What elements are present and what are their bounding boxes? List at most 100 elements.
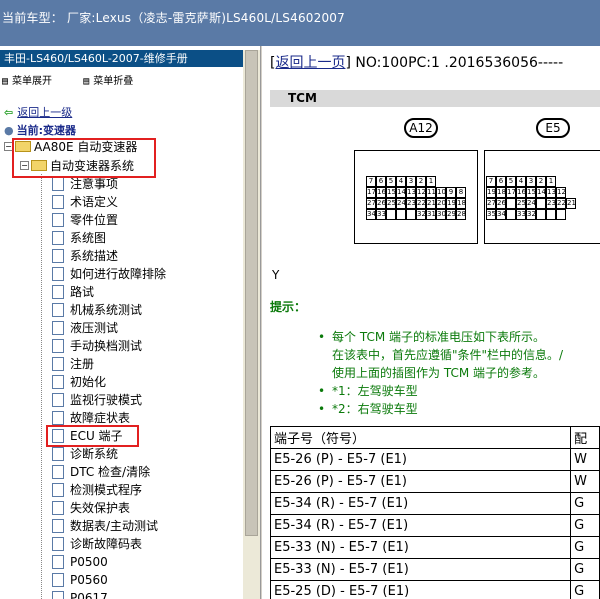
tree-item[interactable]: 数据表/主动测试 (52, 517, 158, 535)
tree-item-label: 液压测试 (70, 321, 119, 335)
back-page-link[interactable]: 返回上一页 (275, 55, 345, 71)
document-icon (52, 572, 64, 587)
terminal-cell: E5-33 (N) - E5-7 (E1) (269, 536, 572, 559)
connector-pin: 13 (406, 187, 416, 198)
connector-pin: 29 (446, 209, 456, 220)
wire-color-cell: W (570, 448, 600, 471)
connector-pin (536, 198, 546, 209)
table-header-row: 端子号（符号） 配 (269, 426, 600, 449)
document-icon (52, 500, 64, 515)
tree-item[interactable]: 机械系统测试 (52, 301, 142, 319)
tree-item[interactable]: P0617 (52, 589, 108, 599)
note-line: 在该表中，首先应遵循"条件"栏中的信息。/ (332, 348, 564, 362)
tree-item-label: 注册 (70, 357, 95, 371)
title-bar: 当前车型： 厂家:Lexus（凌志-雷克萨斯)LS460L/LS4602007 (0, 0, 600, 46)
connector-pin: 2 (536, 176, 546, 187)
wire-color-cell: W (570, 470, 600, 493)
connector-pin: 13 (546, 187, 556, 198)
connector-pin: 11 (426, 187, 436, 198)
connector-pin: 7 (486, 176, 496, 187)
document-icon (52, 536, 64, 551)
connector-pin: 24 (526, 198, 536, 209)
doc-header: [返回上一页] NO:100PC:1 .2016536056----- (270, 55, 564, 71)
tree-item-label: P0617 (70, 591, 108, 599)
back-level-row[interactable]: ⇦ 返回上一级 (4, 104, 72, 120)
tree-item[interactable]: 术语定义 (52, 193, 118, 211)
document-icon (52, 374, 64, 389)
table-row: E5-33 (N) - E5-7 (E1) G (269, 558, 600, 581)
connector-pin: 25 (386, 198, 396, 209)
table-row: E5-26 (P) - E5-7 (E1) W (269, 448, 600, 471)
document-icon (52, 320, 64, 335)
manual-header: 丰田-LS460/LS460L-2007-维修手册 (0, 50, 243, 67)
connector-pin (396, 209, 406, 220)
document-icon (52, 464, 64, 479)
tree-item-label: P0560 (70, 573, 108, 587)
connector-pin: 34 (366, 209, 376, 220)
back-level-link[interactable]: 返回上一级 (17, 106, 72, 119)
connector-pin: 32 (416, 209, 426, 220)
tree-item-label: 失效保护表 (70, 501, 131, 515)
tree-item[interactable]: 监视行驶模式 (52, 391, 142, 409)
tree-item[interactable]: DTC 检查/清除 (52, 463, 150, 481)
document-icon (52, 518, 64, 533)
tree-item[interactable]: 系统描述 (52, 247, 118, 265)
highlight-box-ecu (46, 425, 139, 447)
document-icon (52, 554, 64, 569)
table-row: E5-33 (N) - E5-7 (E1) G (269, 536, 600, 559)
connector-pin: 24 (396, 198, 406, 209)
tree-item[interactable]: 诊断系统 (52, 445, 118, 463)
tree-item[interactable]: 系统图 (52, 229, 106, 247)
connector-label-e5: E5 (536, 118, 570, 138)
tree-item[interactable]: 检测模式程序 (52, 481, 142, 499)
terminal-cell: E5-33 (N) - E5-7 (E1) (269, 558, 572, 581)
tree-item-label: 故障症状表 (70, 411, 131, 425)
tree-item[interactable]: 零件位置 (52, 211, 118, 229)
connector-pin: 33 (376, 209, 386, 220)
collapse-all-button[interactable]: ▤ 菜单折叠 (83, 76, 147, 87)
scrollbar-thumb[interactable] (245, 50, 258, 536)
connector-pin: 4 (396, 176, 406, 187)
tree-item-label: 零件位置 (70, 213, 119, 227)
note-line: • 每个 TCM 端子的标准电压如下表所示。 (318, 330, 545, 344)
document-icon (52, 356, 64, 371)
tree-item[interactable]: 手动换档测试 (52, 337, 142, 355)
highlight-box-system (12, 138, 156, 178)
table-row: E5-34 (R) - E5-7 (E1) G (269, 492, 600, 515)
tree-item-label: 检测模式程序 (70, 483, 143, 497)
document-icon (52, 248, 64, 263)
tree-item[interactable]: 失效保护表 (52, 499, 130, 517)
tree-item-label: 机械系统测试 (70, 303, 143, 317)
tree-item[interactable]: 注册 (52, 355, 94, 373)
connector-pin: 21 (426, 198, 436, 209)
document-icon (52, 446, 64, 461)
connector-pin (546, 209, 556, 220)
header-terminal: 端子号（符号） (269, 426, 572, 449)
connector-pin: 9 (446, 187, 456, 198)
table-row: E5-34 (R) - E5-7 (E1) G (269, 514, 600, 537)
tree-item[interactable]: 如何进行故障排除 (52, 265, 166, 283)
hint-heading: 提示： (270, 300, 307, 314)
connector-pin (556, 209, 566, 220)
expand-all-button[interactable]: ▤ 菜单展开 (2, 76, 66, 87)
left-scrollbar[interactable] (243, 50, 260, 599)
connector-pin: 12 (416, 187, 426, 198)
connector-label-a12: A12 (404, 118, 438, 138)
note-line: • *1：左驾驶车型 (318, 384, 418, 398)
connector-pin: 18 (456, 198, 466, 209)
terminal-cell: E5-26 (P) - E5-7 (E1) (269, 448, 572, 471)
tree-item[interactable]: 初始化 (52, 373, 106, 391)
terminal-cell: E5-34 (R) - E5-7 (E1) (269, 492, 572, 515)
document-icon (52, 266, 64, 281)
tree-item[interactable]: P0560 (52, 571, 108, 589)
tree-item[interactable]: P0500 (52, 553, 108, 571)
tree-item[interactable]: 液压测试 (52, 319, 118, 337)
doc-number: NO:100PC:1 .2016536056----- (355, 55, 564, 71)
tree-item-label: 路试 (70, 285, 95, 299)
tree-item[interactable]: 诊断故障码表 (52, 535, 142, 553)
tree-item[interactable]: 路试 (52, 283, 94, 301)
connector-pin: 7 (366, 176, 376, 187)
document-icon (52, 302, 64, 317)
note-line: • *2：右驾驶车型 (318, 402, 418, 416)
tree-item-label: DTC 检查/清除 (70, 465, 151, 479)
